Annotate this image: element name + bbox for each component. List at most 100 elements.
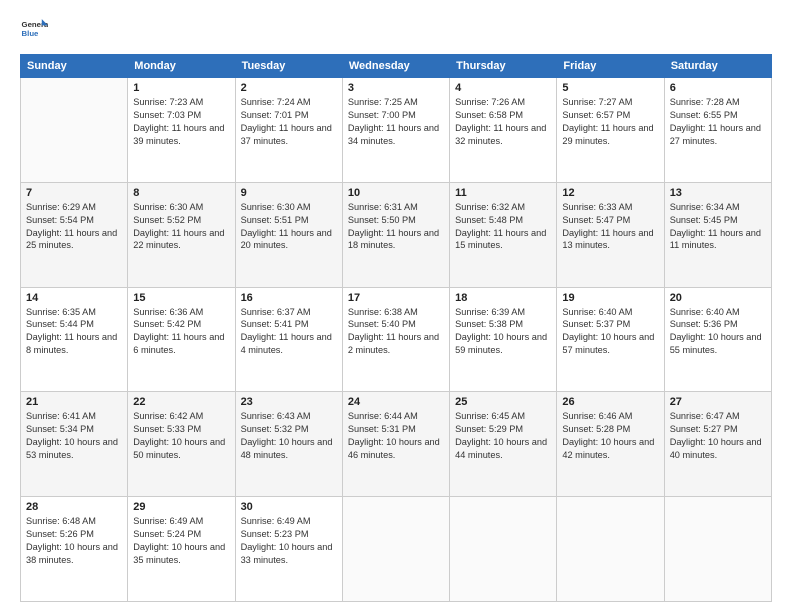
- day-info: Sunrise: 7:27 AMSunset: 6:57 PMDaylight:…: [562, 96, 658, 148]
- day-number: 26: [562, 396, 658, 408]
- calendar-cell: 29 Sunrise: 6:49 AMSunset: 5:24 PMDayligh…: [128, 497, 235, 602]
- day-info: Sunrise: 6:31 AMSunset: 5:50 PMDaylight:…: [348, 201, 444, 253]
- calendar-cell: 30 Sunrise: 6:49 AMSunset: 5:23 PMDayligh…: [235, 497, 342, 602]
- calendar-cell: 6Sunrise: 7:28 AMSunset: 6:55 PMDaylight…: [664, 78, 771, 183]
- calendar-cell: 18 Sunrise: 6:39 AMSunset: 5:38 PMDayligh…: [450, 287, 557, 392]
- calendar-cell: [450, 497, 557, 602]
- calendar-cell: 14 Sunrise: 6:35 AMSunset: 5:44 PMDayligh…: [21, 287, 128, 392]
- weekday-header-thursday: Thursday: [450, 55, 557, 78]
- day-number: 29: [133, 501, 229, 513]
- day-number: 20: [670, 292, 766, 304]
- calendar-cell: 23Sunrise: 6:43 AMSunset: 5:32 PMDayligh…: [235, 392, 342, 497]
- calendar-week-4: 21 Sunrise: 6:41 AMSunset: 5:34 PMDayligh…: [21, 392, 772, 497]
- svg-text:Blue: Blue: [22, 29, 40, 38]
- day-info: Sunrise: 6:43 AMSunset: 5:32 PMDaylight:…: [241, 410, 337, 462]
- calendar-cell: 21 Sunrise: 6:41 AMSunset: 5:34 PMDayligh…: [21, 392, 128, 497]
- calendar-header-row: SundayMondayTuesdayWednesdayThursdayFrid…: [21, 55, 772, 78]
- day-info: Sunrise: 6:38 AMSunset: 5:40 PMDaylight:…: [348, 306, 444, 358]
- calendar-week-2: 7 Sunrise: 6:29 AMSunset: 5:54 PMDaylight…: [21, 182, 772, 287]
- day-number: 15: [133, 292, 229, 304]
- day-info: Sunrise: 6:30 AMSunset: 5:51 PMDaylight:…: [241, 201, 337, 253]
- day-number: 5: [562, 82, 658, 94]
- day-number: 17: [348, 292, 444, 304]
- calendar-cell: 20Sunrise: 6:40 AMSunset: 5:36 PMDayligh…: [664, 287, 771, 392]
- calendar-cell: 26 Sunrise: 6:46 AMSunset: 5:28 PMDayligh…: [557, 392, 664, 497]
- day-number: 30: [241, 501, 337, 513]
- calendar-cell: 11Sunrise: 6:32 AMSunset: 5:48 PMDayligh…: [450, 182, 557, 287]
- calendar-cell: 10Sunrise: 6:31 AMSunset: 5:50 PMDayligh…: [342, 182, 449, 287]
- calendar-cell: 19 Sunrise: 6:40 AMSunset: 5:37 PMDayligh…: [557, 287, 664, 392]
- day-number: 28: [26, 501, 122, 513]
- day-number: 25: [455, 396, 551, 408]
- calendar-cell: [557, 497, 664, 602]
- header: General Blue: [20, 16, 772, 44]
- logo-icon: General Blue: [20, 16, 48, 44]
- calendar-table: SundayMondayTuesdayWednesdayThursdayFrid…: [20, 54, 772, 602]
- calendar-cell: 27 Sunrise: 6:47 AMSunset: 5:27 PMDayligh…: [664, 392, 771, 497]
- day-number: 3: [348, 82, 444, 94]
- day-number: 8: [133, 187, 229, 199]
- calendar-cell: 28 Sunrise: 6:48 AMSunset: 5:26 PMDayligh…: [21, 497, 128, 602]
- calendar-cell: 2 Sunrise: 7:24 AMSunset: 7:01 PMDaylight…: [235, 78, 342, 183]
- weekday-header-wednesday: Wednesday: [342, 55, 449, 78]
- weekday-header-saturday: Saturday: [664, 55, 771, 78]
- calendar-cell: [21, 78, 128, 183]
- day-info: Sunrise: 6:36 AMSunset: 5:42 PMDaylight:…: [133, 306, 229, 358]
- calendar-cell: 7 Sunrise: 6:29 AMSunset: 5:54 PMDaylight…: [21, 182, 128, 287]
- day-info: Sunrise: 7:28 AMSunset: 6:55 PMDaylight:…: [670, 96, 766, 148]
- day-info: Sunrise: 6:34 AMSunset: 5:45 PMDaylight:…: [670, 201, 766, 253]
- day-info: Sunrise: 6:39 AMSunset: 5:38 PMDaylight:…: [455, 306, 551, 358]
- calendar-cell: 15 Sunrise: 6:36 AMSunset: 5:42 PMDayligh…: [128, 287, 235, 392]
- day-info: Sunrise: 6:37 AMSunset: 5:41 PMDaylight:…: [241, 306, 337, 358]
- day-info: Sunrise: 6:49 AMSunset: 5:23 PMDaylight:…: [241, 515, 337, 567]
- weekday-header-sunday: Sunday: [21, 55, 128, 78]
- day-info: Sunrise: 7:26 AMSunset: 6:58 PMDaylight:…: [455, 96, 551, 148]
- day-info: Sunrise: 6:30 AMSunset: 5:52 PMDaylight:…: [133, 201, 229, 253]
- day-number: 1: [133, 82, 229, 94]
- day-info: Sunrise: 6:48 AMSunset: 5:26 PMDaylight:…: [26, 515, 122, 567]
- weekday-header-tuesday: Tuesday: [235, 55, 342, 78]
- day-number: 7: [26, 187, 122, 199]
- day-number: 2: [241, 82, 337, 94]
- day-info: Sunrise: 7:25 AMSunset: 7:00 PMDaylight:…: [348, 96, 444, 148]
- day-info: Sunrise: 6:40 AMSunset: 5:37 PMDaylight:…: [562, 306, 658, 358]
- day-info: Sunrise: 6:33 AMSunset: 5:47 PMDaylight:…: [562, 201, 658, 253]
- day-number: 11: [455, 187, 551, 199]
- day-number: 13: [670, 187, 766, 199]
- day-info: Sunrise: 6:29 AMSunset: 5:54 PMDaylight:…: [26, 201, 122, 253]
- day-number: 27: [670, 396, 766, 408]
- weekday-header-friday: Friday: [557, 55, 664, 78]
- calendar-cell: 3 Sunrise: 7:25 AMSunset: 7:00 PMDaylight…: [342, 78, 449, 183]
- calendar-cell: 16 Sunrise: 6:37 AMSunset: 5:41 PMDayligh…: [235, 287, 342, 392]
- calendar-cell: [664, 497, 771, 602]
- day-number: 4: [455, 82, 551, 94]
- day-number: 16: [241, 292, 337, 304]
- day-info: Sunrise: 6:35 AMSunset: 5:44 PMDaylight:…: [26, 306, 122, 358]
- day-info: Sunrise: 6:49 AMSunset: 5:24 PMDaylight:…: [133, 515, 229, 567]
- calendar-week-3: 14 Sunrise: 6:35 AMSunset: 5:44 PMDayligh…: [21, 287, 772, 392]
- day-number: 18: [455, 292, 551, 304]
- calendar-cell: 8 Sunrise: 6:30 AMSunset: 5:52 PMDaylight…: [128, 182, 235, 287]
- calendar-week-5: 28 Sunrise: 6:48 AMSunset: 5:26 PMDayligh…: [21, 497, 772, 602]
- day-info: Sunrise: 6:41 AMSunset: 5:34 PMDaylight:…: [26, 410, 122, 462]
- calendar-cell: 5 Sunrise: 7:27 AMSunset: 6:57 PMDaylight…: [557, 78, 664, 183]
- day-number: 24: [348, 396, 444, 408]
- calendar-cell: 13 Sunrise: 6:34 AMSunset: 5:45 PMDayligh…: [664, 182, 771, 287]
- day-info: Sunrise: 6:47 AMSunset: 5:27 PMDaylight:…: [670, 410, 766, 462]
- day-number: 22: [133, 396, 229, 408]
- calendar-cell: 24Sunrise: 6:44 AMSunset: 5:31 PMDayligh…: [342, 392, 449, 497]
- day-number: 14: [26, 292, 122, 304]
- calendar-cell: [342, 497, 449, 602]
- day-info: Sunrise: 7:24 AMSunset: 7:01 PMDaylight:…: [241, 96, 337, 148]
- calendar-cell: 12 Sunrise: 6:33 AMSunset: 5:47 PMDayligh…: [557, 182, 664, 287]
- day-info: Sunrise: 6:46 AMSunset: 5:28 PMDaylight:…: [562, 410, 658, 462]
- page: General Blue SundayMondayTuesdayWednesda…: [0, 0, 792, 612]
- day-number: 9: [241, 187, 337, 199]
- calendar-cell: 17 Sunrise: 6:38 AMSunset: 5:40 PMDayligh…: [342, 287, 449, 392]
- day-info: Sunrise: 7:23 AMSunset: 7:03 PMDaylight:…: [133, 96, 229, 148]
- calendar-cell: 1 Sunrise: 7:23 AMSunset: 7:03 PMDaylight…: [128, 78, 235, 183]
- day-number: 12: [562, 187, 658, 199]
- calendar-cell: 25Sunrise: 6:45 AMSunset: 5:29 PMDayligh…: [450, 392, 557, 497]
- day-number: 19: [562, 292, 658, 304]
- day-number: 21: [26, 396, 122, 408]
